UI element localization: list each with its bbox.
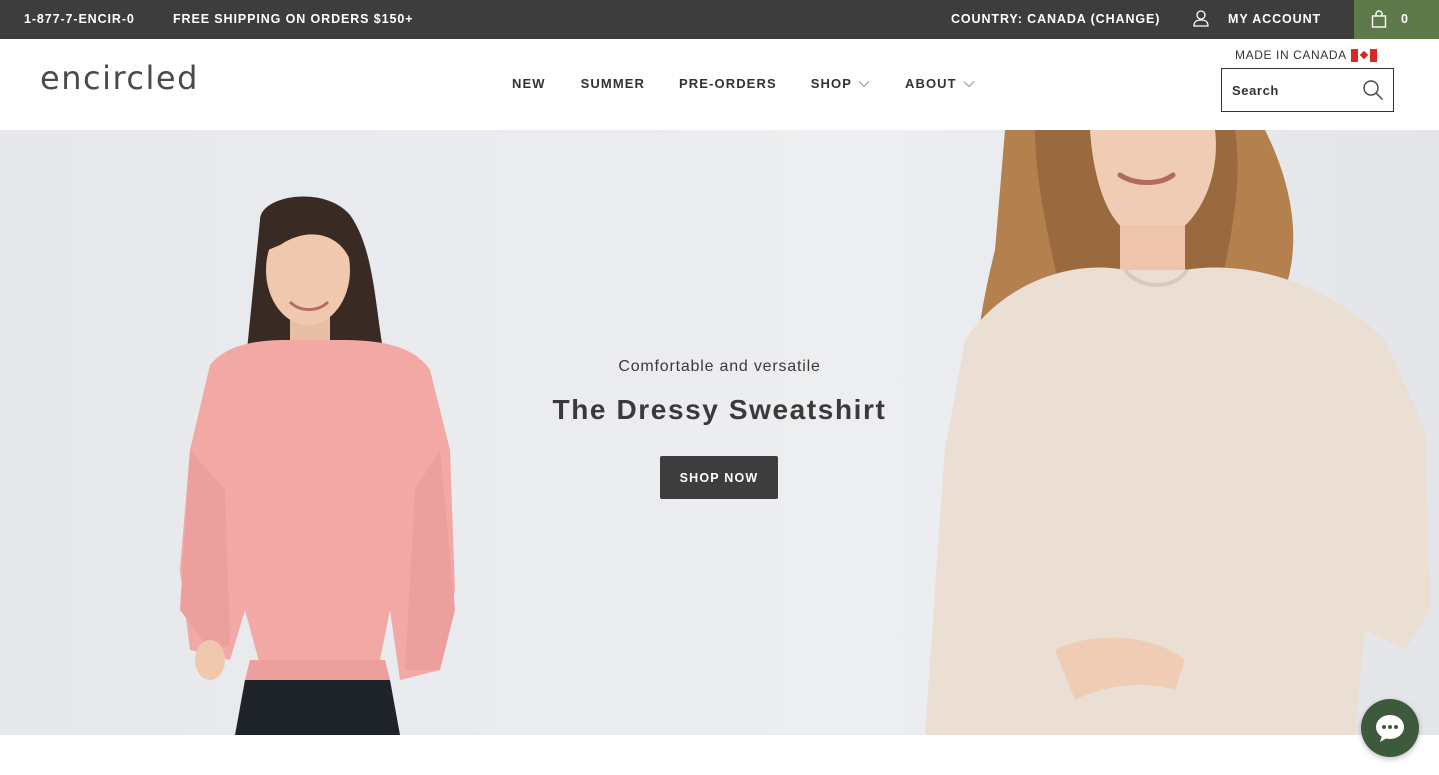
nav-label: NEW xyxy=(512,76,546,91)
search-input[interactable] xyxy=(1232,81,1352,99)
site-logo[interactable]: encircled xyxy=(40,59,199,97)
nav-label: SHOP xyxy=(810,76,852,91)
nav-label: SUMMER xyxy=(580,76,646,91)
cart-button[interactable]: 0 xyxy=(1354,0,1439,39)
chat-bubble-icon xyxy=(1376,715,1404,742)
announcement-bar: 1-877-7-ENCIR-0 FREE SHIPPING ON ORDERS … xyxy=(0,0,1439,39)
hero-banner[interactable]: Comfortable and versatile The Dressy Swe… xyxy=(0,130,1439,735)
shipping-promo: FREE SHIPPING ON ORDERS $150+ xyxy=(173,12,414,26)
phone-link[interactable]: 1-877-7-ENCIR-0 xyxy=(24,12,135,26)
canada-flag-icon xyxy=(1350,48,1377,62)
made-in-canada-badge: MADE IN CANADA xyxy=(1235,48,1377,62)
nav-item-new[interactable]: NEW xyxy=(512,76,546,91)
nav-item-pre-orders[interactable]: PRE-ORDERS xyxy=(679,76,777,91)
nav-label: ABOUT xyxy=(904,76,957,91)
search-icon[interactable] xyxy=(1362,79,1384,101)
country-selector[interactable]: COUNTRY: CANADA (CHANGE) xyxy=(951,12,1160,26)
made-in-label: MADE IN CANADA xyxy=(1235,48,1347,62)
chevron-down-icon xyxy=(858,80,870,87)
nav-item-shop[interactable]: SHOP xyxy=(811,76,870,91)
chat-widget-button[interactable] xyxy=(1361,699,1419,757)
content-below-hero xyxy=(0,735,1439,775)
main-nav: NEW SUMMER PRE-ORDERS SHOP ABOUT xyxy=(512,76,975,91)
site-header: encircled NEW SUMMER PRE-ORDERS SHOP ABO… xyxy=(0,39,1439,130)
nav-label: PRE-ORDERS xyxy=(679,76,777,91)
shop-now-button[interactable]: SHOP NOW xyxy=(660,456,778,499)
cart-count: 0 xyxy=(1401,12,1408,26)
nav-item-about[interactable]: ABOUT xyxy=(905,76,975,91)
nav-item-summer[interactable]: SUMMER xyxy=(581,76,645,91)
user-icon[interactable] xyxy=(1192,9,1210,27)
search-box xyxy=(1221,68,1394,112)
hero-model-image-left xyxy=(180,196,455,735)
my-account-link[interactable]: MY ACCOUNT xyxy=(1228,12,1321,26)
chevron-down-icon xyxy=(963,80,975,87)
shopping-bag-icon xyxy=(1371,10,1387,28)
hero-title: The Dressy Sweatshirt xyxy=(552,394,887,425)
hero-model-image-right xyxy=(925,130,1430,735)
hero-subtitle: Comfortable and versatile xyxy=(618,358,821,375)
